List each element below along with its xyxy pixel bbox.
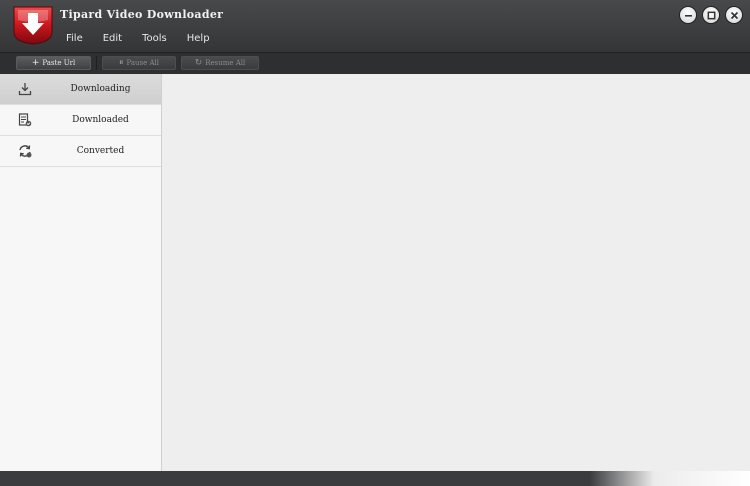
sidebar: Downloading Downloaded Converted [0, 74, 162, 471]
window-controls [680, 7, 742, 23]
downloads-content-area[interactable] [162, 74, 750, 471]
menu-help[interactable]: Help [177, 33, 220, 44]
downloaded-list-icon [18, 113, 32, 127]
pause-icon: ⏸ [118, 57, 124, 68]
app-window: Tipard Video Downloader File Edit Tools … [0, 0, 750, 486]
paste-url-button[interactable]: + Paste Url [16, 56, 91, 70]
resume-all-label: Resume All [205, 59, 246, 67]
minimize-icon [684, 14, 692, 17]
toolbar-separator [96, 56, 97, 70]
convert-icon [19, 145, 32, 158]
maximize-button[interactable] [703, 7, 719, 23]
minimize-button[interactable] [680, 7, 696, 23]
menu-bar: File Edit Tools Help [56, 33, 220, 44]
paste-url-label: Paste Url [42, 59, 76, 67]
resume-all-button[interactable]: ↻ Resume All [181, 56, 259, 70]
app-title: Tipard Video Downloader [60, 8, 224, 21]
menu-file[interactable]: File [56, 33, 93, 44]
refresh-icon: ↻ [194, 57, 203, 68]
sidebar-item-downloading[interactable]: Downloading [0, 74, 161, 105]
sidebar-item-downloaded[interactable]: Downloaded [0, 105, 161, 136]
menu-edit[interactable]: Edit [93, 33, 132, 44]
plus-icon: + [31, 57, 40, 68]
sidebar-item-label: Downloaded [72, 115, 129, 125]
maximize-icon [707, 11, 715, 19]
pause-all-label: Pause All [126, 59, 160, 67]
sidebar-item-label: Downloading [70, 84, 131, 94]
resize-corner [590, 471, 750, 486]
close-button[interactable] [726, 7, 742, 23]
sidebar-item-converted[interactable]: Converted [0, 136, 161, 167]
toolbar: + Paste Url ⏸ Pause All ↻ Resume All [0, 52, 750, 74]
title-bar[interactable]: Tipard Video Downloader File Edit Tools … [0, 0, 750, 52]
close-icon [730, 11, 738, 19]
app-logo-icon [13, 6, 53, 45]
download-icon [18, 83, 32, 96]
sidebar-item-label: Converted [76, 146, 125, 156]
menu-tools[interactable]: Tools [132, 33, 177, 44]
pause-all-button[interactable]: ⏸ Pause All [102, 56, 176, 70]
